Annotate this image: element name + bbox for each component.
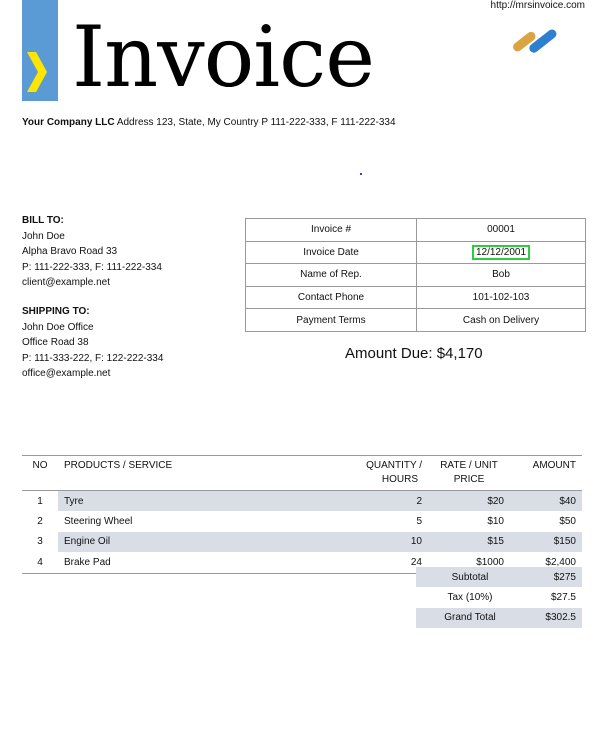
- col-header-product: PRODUCTS / SERVICE: [58, 455, 346, 491]
- bill-to-email[interactable]: client@example.net: [22, 275, 162, 291]
- ship-to-block: SHIPPING TO: John Doe Office Office Road…: [22, 304, 163, 382]
- row-quantity: 2: [346, 490, 428, 512]
- col-header-amount: AMOUNT: [510, 455, 582, 491]
- totals-table: Subtotal $275 Tax (10%) $27.5 Grand Tota…: [416, 567, 582, 629]
- row-no: 4: [22, 552, 58, 574]
- row-product: Engine Oil: [58, 531, 346, 553]
- ship-to-name: John Doe Office: [22, 321, 94, 333]
- tax-label: Tax (10%): [447, 592, 493, 604]
- row-rate: $10: [487, 516, 504, 528]
- table-row: 2 Steering Wheel 5 $10 $50: [22, 511, 582, 531]
- website-link[interactable]: http://mrsinvoice.com: [491, 0, 585, 11]
- row-no: 2: [37, 516, 43, 528]
- bill-to-heading: BILL TO:: [22, 215, 64, 226]
- info-value[interactable]: 00001: [416, 218, 586, 242]
- row-amount: $150: [510, 531, 582, 553]
- info-row: Payment Terms Cash on Delivery: [245, 308, 586, 332]
- ship-to-phone: P: 111-333-222, F: 122-222-334: [22, 352, 164, 364]
- row-no: 1: [37, 495, 43, 507]
- col-header-no: NO: [22, 455, 58, 491]
- info-row: Invoice # 00001: [245, 218, 586, 242]
- subtotal-value: $275: [524, 567, 582, 588]
- items-section: NO PRODUCTS / SERVICE QUANTITY / HOURS R…: [22, 455, 582, 574]
- ship-to-email[interactable]: office@example.net: [22, 366, 163, 382]
- table-row: 3 Engine Oil 10 $15 $150: [22, 531, 582, 553]
- info-label: Invoice #: [245, 218, 417, 242]
- bill-to-name: John Doe: [22, 230, 65, 242]
- row-amount: $40: [510, 490, 582, 512]
- totals-row: Subtotal $275: [416, 567, 582, 588]
- col-header-rate-line2: PRICE: [453, 474, 485, 485]
- row-product: Tyre: [58, 490, 346, 512]
- row-no: 3: [37, 536, 43, 548]
- info-row: Contact Phone 101-102-103: [245, 285, 586, 310]
- info-label: Payment Terms: [245, 308, 417, 332]
- company-line: Your Company LLC Address 123, State, My …: [22, 117, 396, 128]
- row-quantity: 10: [346, 531, 428, 553]
- info-value[interactable]: 101-102-103: [416, 285, 586, 310]
- ship-to-heading: SHIPPING TO:: [22, 306, 90, 317]
- decorative-dot: [360, 173, 362, 175]
- col-header-rate: RATE / UNIT PRICE: [428, 455, 510, 491]
- info-row: Invoice Date 12/12/2001: [245, 240, 586, 265]
- company-name: Your Company LLC: [22, 117, 115, 128]
- grand-total-label: Grand Total: [416, 607, 524, 629]
- items-table: NO PRODUCTS / SERVICE QUANTITY / HOURS R…: [22, 455, 582, 574]
- info-label: Name of Rep.: [245, 263, 417, 287]
- col-header-rate-line1: RATE / UNIT: [440, 460, 498, 471]
- col-header-quantity-line2: HOURS: [381, 474, 418, 485]
- row-quantity: 5: [416, 516, 422, 528]
- col-header-quantity: QUANTITY / HOURS: [346, 455, 428, 491]
- info-value[interactable]: Bob: [416, 263, 586, 287]
- company-details: Address 123, State, My Country P 111-222…: [116, 117, 396, 128]
- subtotal-label: Subtotal: [416, 567, 524, 588]
- info-value[interactable]: 12/12/2001: [416, 240, 586, 265]
- bill-to-block: BILL TO: John Doe Alpha Bravo Road 33 P:…: [22, 213, 162, 291]
- info-label: Contact Phone: [245, 285, 417, 310]
- bill-to-address: Alpha Bravo Road 33: [22, 246, 118, 257]
- items-header-row: NO PRODUCTS / SERVICE QUANTITY / HOURS R…: [22, 455, 582, 491]
- row-amount: $50: [559, 516, 576, 528]
- chevron-right-icon: [27, 52, 47, 92]
- info-row: Name of Rep. Bob: [245, 263, 586, 287]
- col-header-quantity-line1: QUANTITY /: [366, 460, 422, 471]
- totals-row: Tax (10%) $27.5: [416, 587, 582, 607]
- row-rate: $20: [428, 490, 510, 512]
- row-product: Steering Wheel: [64, 516, 133, 528]
- row-product: Brake Pad: [58, 552, 346, 574]
- info-label: Invoice Date: [245, 240, 417, 265]
- grand-total-value: $302.5: [524, 607, 582, 629]
- invoice-info-table: Invoice # 00001 Invoice Date 12/12/2001 …: [245, 218, 586, 332]
- row-rate: $15: [428, 531, 510, 553]
- tax-value: $27.5: [550, 592, 576, 604]
- totals-row: Grand Total $302.5: [416, 607, 582, 629]
- table-row: 1 Tyre 2 $20 $40: [22, 490, 582, 512]
- page-title: Invoice: [72, 8, 375, 106]
- invoice-date-field[interactable]: 12/12/2001: [471, 244, 531, 260]
- ship-to-address: Office Road 38: [22, 337, 89, 348]
- bill-to-phone: P: 111-222-333, F: 111-222-334: [22, 261, 162, 273]
- amount-due: Amount Due: $4,170: [345, 345, 483, 362]
- company-logo-icon: [513, 29, 557, 53]
- info-value[interactable]: Cash on Delivery: [416, 308, 586, 332]
